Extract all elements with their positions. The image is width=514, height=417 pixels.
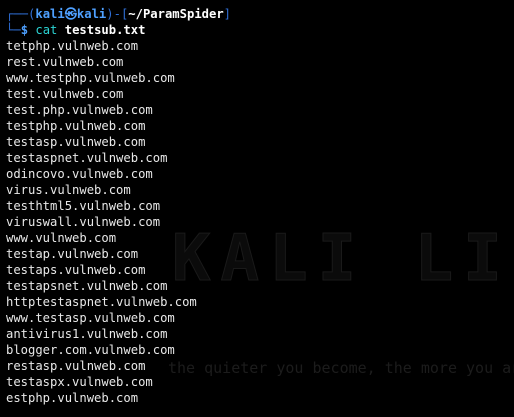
output-line: testaps.vulnweb.com (6, 263, 146, 277)
output-line: restasp.vulnweb.com (6, 359, 146, 373)
prompt-path: ~/ParamSpider (128, 7, 224, 21)
output-line: testapsnet.vulnweb.com (6, 279, 168, 293)
terminal-content: ┌──(kali㉿kali)-[~/ParamSpider] └─$ cat t… (6, 6, 514, 406)
command-name: cat (35, 23, 58, 37)
prompt-host: kali (76, 7, 107, 21)
output-line: httptestaspnet.vulnweb.com (6, 295, 197, 309)
prompt-line: ┌──(kali㉿kali)-[~/ParamSpider] (6, 6, 514, 22)
prompt-dollar: $ (20, 23, 29, 37)
output-line: test.vulnweb.com (6, 87, 124, 101)
output-line: testaspx.vulnweb.com (6, 375, 153, 389)
output-line: testaspnet.vulnweb.com (6, 151, 168, 165)
output-line: odincovo.vulnweb.com (6, 167, 153, 181)
prompt-frame-mid: )-[ (106, 7, 129, 21)
output-line: tetphp.vulnweb.com (6, 39, 139, 53)
command-argument: testsub.txt (64, 23, 146, 37)
output-line: rest.vulnweb.com (6, 55, 124, 69)
prompt-frame-left: ┌──( (6, 7, 36, 21)
output-line: www.testphp.vulnweb.com (6, 71, 175, 85)
prompt-at-symbol: ㉿ (64, 7, 77, 21)
output-line: www.testasp.vulnweb.com (6, 311, 175, 325)
output-line: testasp.vulnweb.com (6, 135, 146, 149)
terminal-window[interactable]: KALI LINUX the quieter you become, the m… (0, 0, 514, 417)
output-line: testhtml5.vulnweb.com (6, 199, 161, 213)
output-line: test.php.vulnweb.com (6, 103, 153, 117)
output-line: www.vulnweb.com (6, 231, 117, 245)
prompt-frame-right: ] (223, 7, 232, 21)
output-line: antivirus1.vulnweb.com (6, 327, 168, 341)
output-line: blogger.com.vulnweb.com (6, 343, 175, 357)
command-line[interactable]: └─$ cat testsub.txt (6, 22, 514, 38)
prompt-frame-bottom: └─ (6, 23, 21, 37)
output-line: estphp.vulnweb.com (6, 391, 139, 405)
prompt-user: kali (35, 7, 65, 21)
output-line: virus.vulnweb.com (6, 183, 131, 197)
output-line: testphp.vulnweb.com (6, 119, 146, 133)
output-line: testap.vulnweb.com (6, 247, 139, 261)
output-line: viruswall.vulnweb.com (6, 215, 161, 229)
